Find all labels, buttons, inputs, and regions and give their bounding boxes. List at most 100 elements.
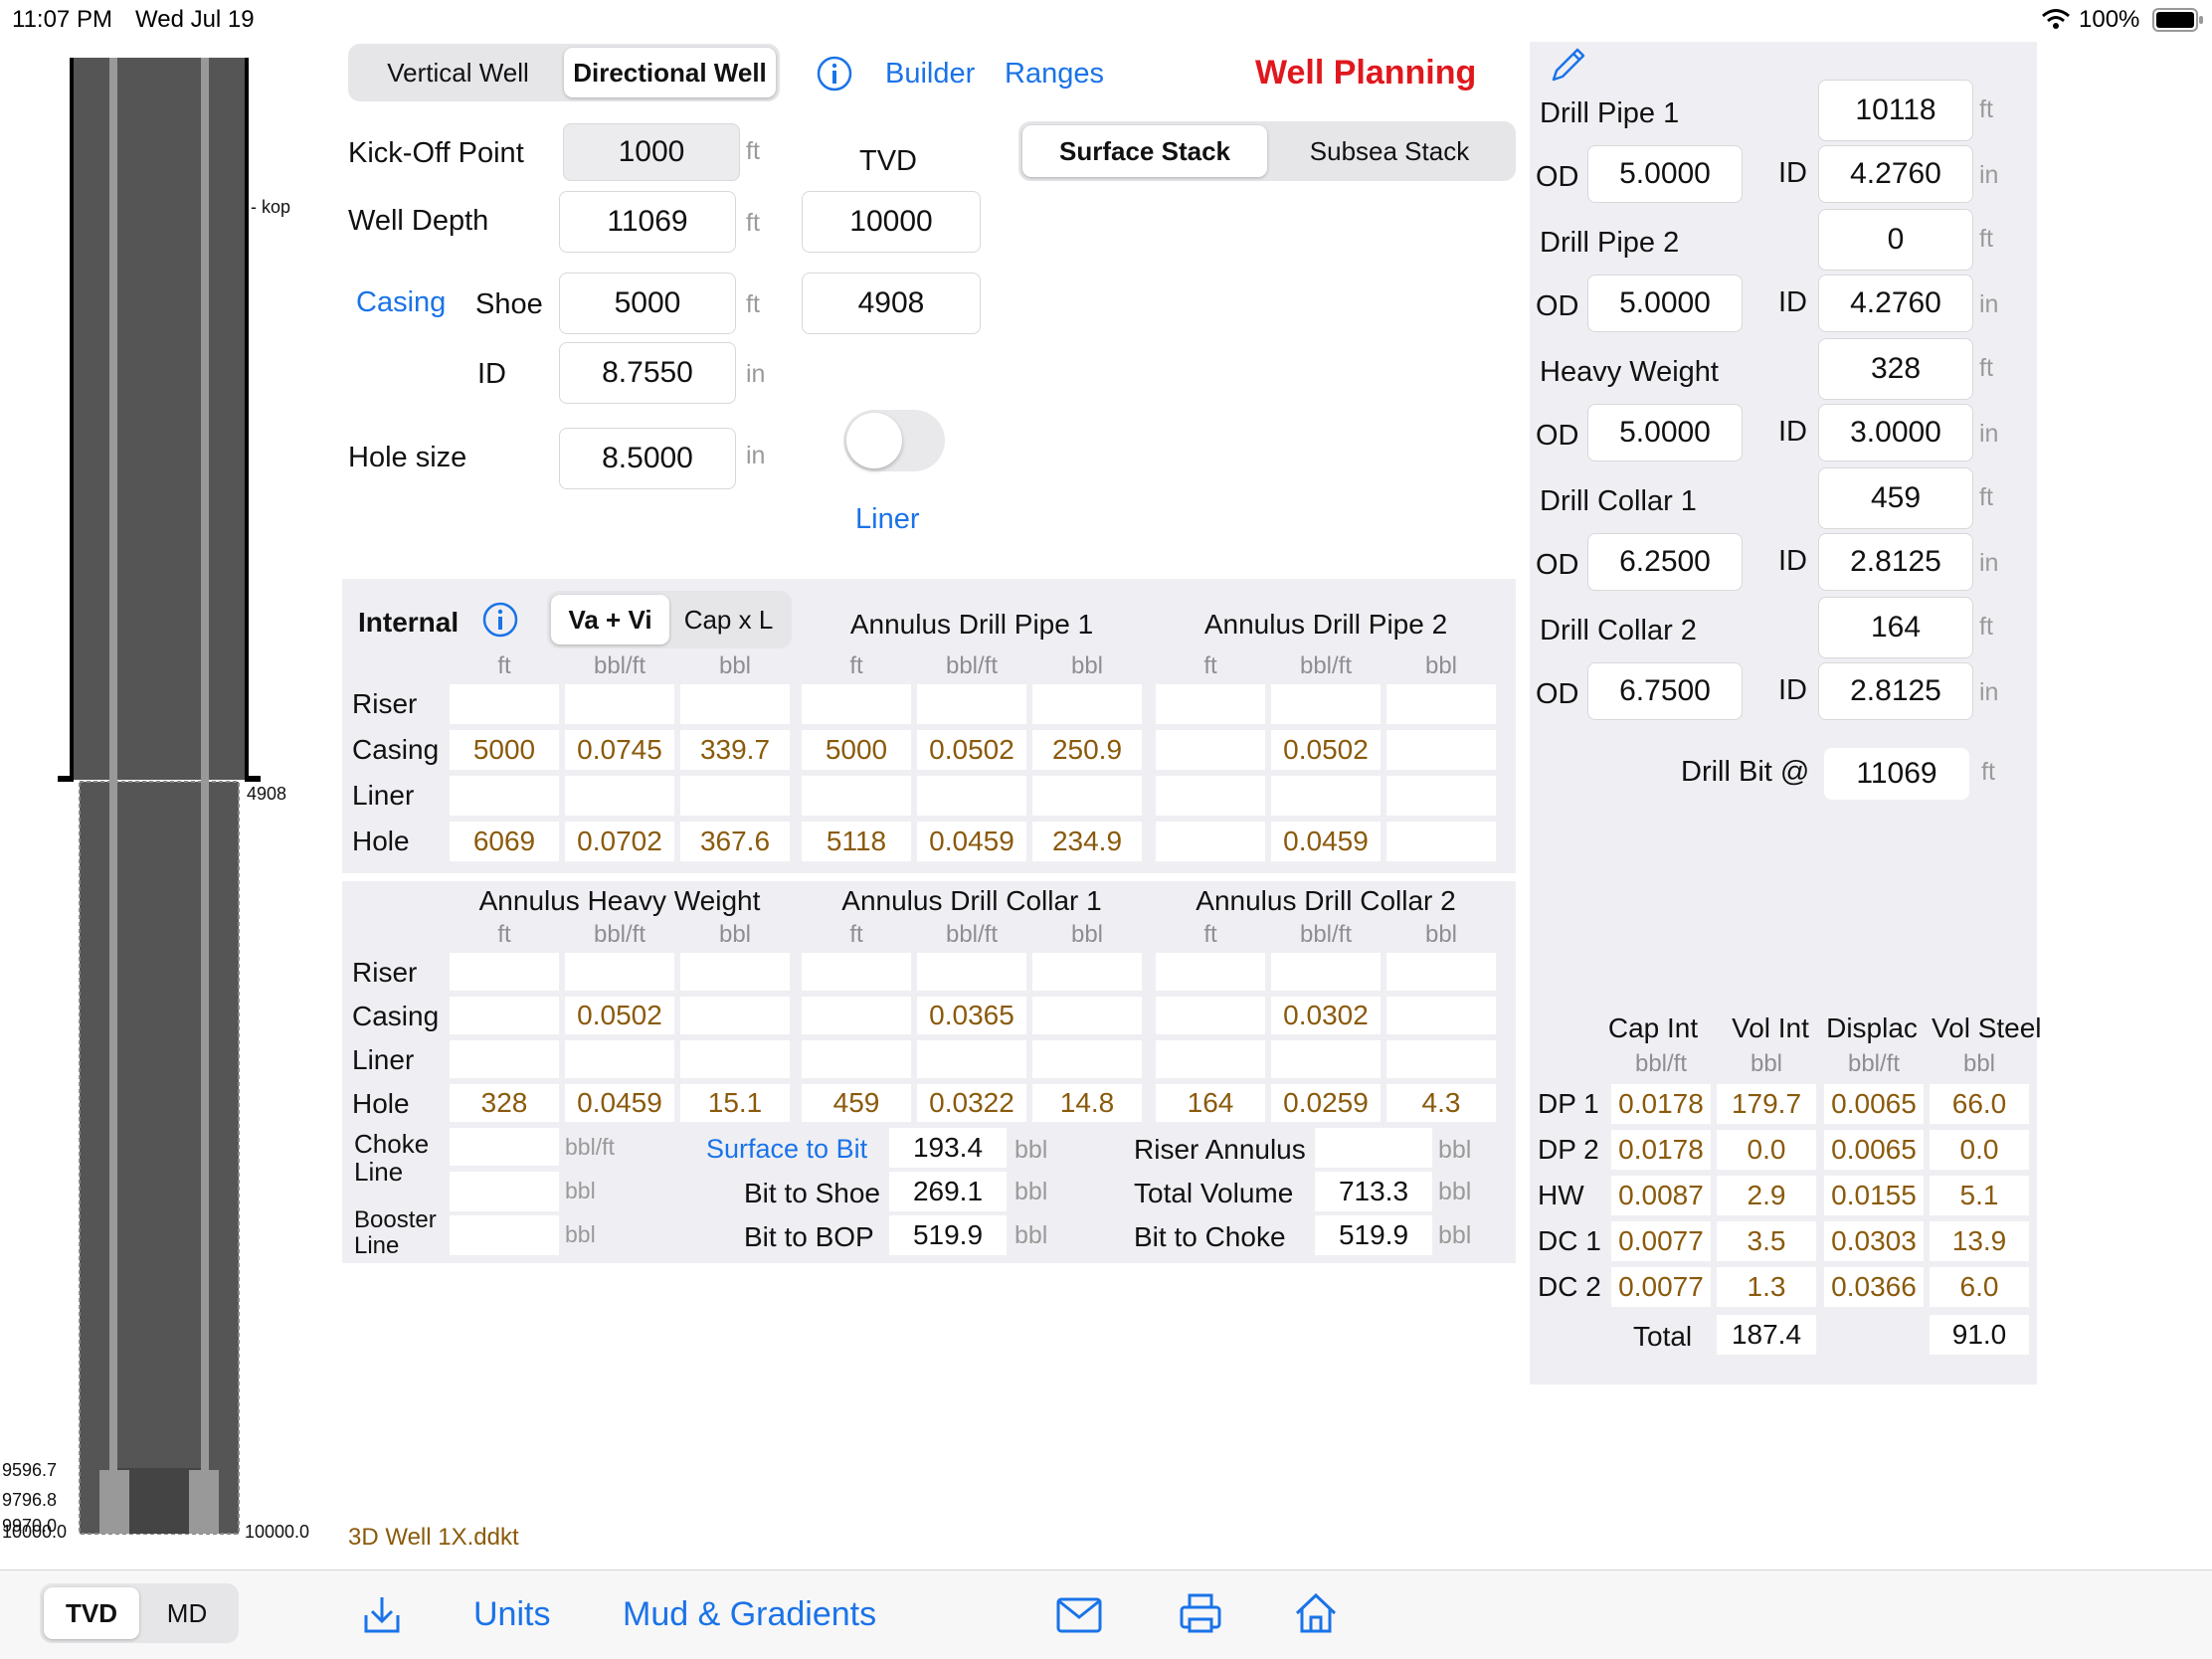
annulus-group-1-r3-c0[interactable]: 459 — [802, 1084, 911, 1122]
annulus-group-2-r1-c0[interactable] — [1156, 997, 1265, 1034]
internal-group-0-r0-c2[interactable] — [680, 684, 790, 724]
well-type-segmented[interactable]: Vertical Well Directional Well — [348, 44, 780, 101]
internal-group-1-r2-c1[interactable] — [917, 776, 1026, 816]
mail-icon[interactable] — [1056, 1597, 1102, 1638]
internal-group-0-r2-c2[interactable] — [680, 776, 790, 816]
builder-link[interactable]: Builder — [885, 58, 975, 91]
internal-group-0-r0-c1[interactable] — [565, 684, 674, 724]
internal-group-1-r0-c1[interactable] — [917, 684, 1026, 724]
internal-group-1-r2-c2[interactable] — [1032, 776, 1142, 816]
shoe-tvd-field[interactable]: 4908 — [802, 273, 981, 334]
dp2-length-field[interactable]: 0 — [1818, 209, 1973, 271]
annulus-group-0-r1-c2[interactable] — [680, 997, 790, 1034]
internal-group-2-r2-c0[interactable] — [1156, 776, 1265, 816]
liner-toggle[interactable] — [843, 410, 945, 471]
internal-group-0-r1-c1[interactable]: 0.0745 — [565, 730, 674, 770]
dc1-id-field[interactable]: 2.8125 — [1818, 533, 1973, 591]
annulus-group-1-r2-c0[interactable] — [802, 1040, 911, 1078]
internal-group-2-r0-c2[interactable] — [1386, 684, 1496, 724]
internal-group-2-r0-c0[interactable] — [1156, 684, 1265, 724]
tab-tvd[interactable]: TVD — [44, 1587, 139, 1639]
choke-line-cap-field[interactable] — [450, 1128, 559, 1166]
casing-link[interactable]: Casing — [356, 286, 446, 319]
annulus-group-0-r2-c1[interactable] — [565, 1040, 674, 1078]
annulus-group-0-r1-c0[interactable] — [450, 997, 559, 1034]
annulus-group-0-r1-c1[interactable]: 0.0502 — [565, 997, 674, 1034]
internal-group-2-r0-c1[interactable] — [1271, 684, 1381, 724]
hw-length-field[interactable]: 328 — [1818, 338, 1973, 400]
tab-vertical-well[interactable]: Vertical Well — [352, 48, 564, 97]
annulus-group-1-r0-c0[interactable] — [802, 953, 911, 991]
internal-group-2-r1-c2[interactable] — [1386, 730, 1496, 770]
internal-group-2-r2-c1[interactable] — [1271, 776, 1381, 816]
internal-group-2-r3-c2[interactable] — [1386, 822, 1496, 861]
internal-group-1-r1-c2[interactable]: 250.9 — [1032, 730, 1142, 770]
internal-group-0-r3-c0[interactable]: 6069 — [450, 822, 559, 861]
download-tray-icon[interactable] — [360, 1593, 404, 1642]
annulus-group-2-r1-c1[interactable]: 0.0302 — [1271, 997, 1381, 1034]
dp1-od-field[interactable]: 5.0000 — [1587, 145, 1743, 203]
dc1-length-field[interactable]: 459 — [1818, 467, 1973, 529]
hw-od-field[interactable]: 5.0000 — [1587, 404, 1743, 461]
dc2-id-field[interactable]: 2.8125 — [1818, 662, 1973, 720]
booster-line-field[interactable] — [450, 1215, 559, 1255]
hole-field[interactable]: 8.5000 — [559, 428, 736, 489]
tab-surface-stack[interactable]: Surface Stack — [1022, 125, 1267, 177]
depth-mode-segmented[interactable]: TVD MD — [40, 1583, 239, 1643]
internal-group-1-r0-c0[interactable] — [802, 684, 911, 724]
annulus-group-2-r1-c2[interactable] — [1386, 997, 1496, 1034]
internal-info-icon[interactable] — [481, 601, 519, 644]
internal-group-2-r1-c0[interactable] — [1156, 730, 1265, 770]
internal-group-1-r1-c0[interactable]: 5000 — [802, 730, 911, 770]
dp1-length-field[interactable]: 10118 — [1818, 80, 1973, 141]
tab-subsea-stack[interactable]: Subsea Stack — [1267, 125, 1512, 177]
liner-label[interactable]: Liner — [855, 503, 920, 536]
internal-group-0-r0-c0[interactable] — [450, 684, 559, 724]
annulus-group-2-r3-c1[interactable]: 0.0259 — [1271, 1084, 1381, 1122]
dp1-id-field[interactable]: 4.2760 — [1818, 145, 1973, 203]
internal-group-1-r2-c0[interactable] — [802, 776, 911, 816]
annulus-group-1-r0-c1[interactable] — [917, 953, 1026, 991]
internal-group-2-r3-c1[interactable]: 0.0459 — [1271, 822, 1381, 861]
annulus-group-0-r2-c2[interactable] — [680, 1040, 790, 1078]
internal-group-1-r1-c1[interactable]: 0.0502 — [917, 730, 1026, 770]
internal-group-0-r2-c1[interactable] — [565, 776, 674, 816]
annulus-group-1-r1-c2[interactable] — [1032, 997, 1142, 1034]
ranges-link[interactable]: Ranges — [1005, 58, 1104, 91]
internal-group-2-r3-c0[interactable] — [1156, 822, 1265, 861]
shoe-field[interactable]: 5000 — [559, 273, 736, 334]
annulus-group-2-r2-c1[interactable] — [1271, 1040, 1381, 1078]
annulus-group-2-r2-c2[interactable] — [1386, 1040, 1496, 1078]
annulus-group-1-r1-c0[interactable] — [802, 997, 911, 1034]
dc2-od-field[interactable]: 6.7500 — [1587, 662, 1743, 720]
internal-group-1-r3-c0[interactable]: 5118 — [802, 822, 911, 861]
annulus-group-0-r0-c0[interactable] — [450, 953, 559, 991]
annulus-group-0-r2-c0[interactable] — [450, 1040, 559, 1078]
annulus-group-2-r2-c0[interactable] — [1156, 1040, 1265, 1078]
annulus-group-1-r3-c2[interactable]: 14.8 — [1032, 1084, 1142, 1122]
annulus-group-0-r3-c2[interactable]: 15.1 — [680, 1084, 790, 1122]
drill-bit-field[interactable]: 11069 — [1824, 748, 1969, 800]
info-icon[interactable] — [816, 55, 853, 97]
casing-id-field[interactable]: 8.7550 — [559, 342, 736, 404]
annulus-group-2-r0-c0[interactable] — [1156, 953, 1265, 991]
annulus-group-0-r0-c2[interactable] — [680, 953, 790, 991]
depth-field[interactable]: 11069 — [559, 191, 736, 253]
print-icon[interactable] — [1178, 1591, 1223, 1640]
annulus-group-1-r2-c2[interactable] — [1032, 1040, 1142, 1078]
depth-tvd-field[interactable]: 10000 — [802, 191, 981, 253]
dc2-length-field[interactable]: 164 — [1818, 597, 1973, 658]
internal-group-0-r2-c0[interactable] — [450, 776, 559, 816]
pencil-icon[interactable] — [1548, 44, 1589, 91]
choke-line-vol-field[interactable] — [450, 1172, 559, 1211]
annulus-group-1-r1-c1[interactable]: 0.0365 — [917, 997, 1026, 1034]
annulus-group-0-r3-c1[interactable]: 0.0459 — [565, 1084, 674, 1122]
units-button[interactable]: Units — [473, 1595, 550, 1634]
stack-segmented[interactable]: Surface Stack Subsea Stack — [1018, 121, 1516, 181]
annulus-group-2-r0-c1[interactable] — [1271, 953, 1381, 991]
internal-group-0-r1-c0[interactable]: 5000 — [450, 730, 559, 770]
annulus-group-2-r3-c0[interactable]: 164 — [1156, 1084, 1265, 1122]
tab-md[interactable]: MD — [139, 1587, 235, 1639]
internal-group-1-r3-c2[interactable]: 234.9 — [1032, 822, 1142, 861]
internal-group-2-r1-c1[interactable]: 0.0502 — [1271, 730, 1381, 770]
